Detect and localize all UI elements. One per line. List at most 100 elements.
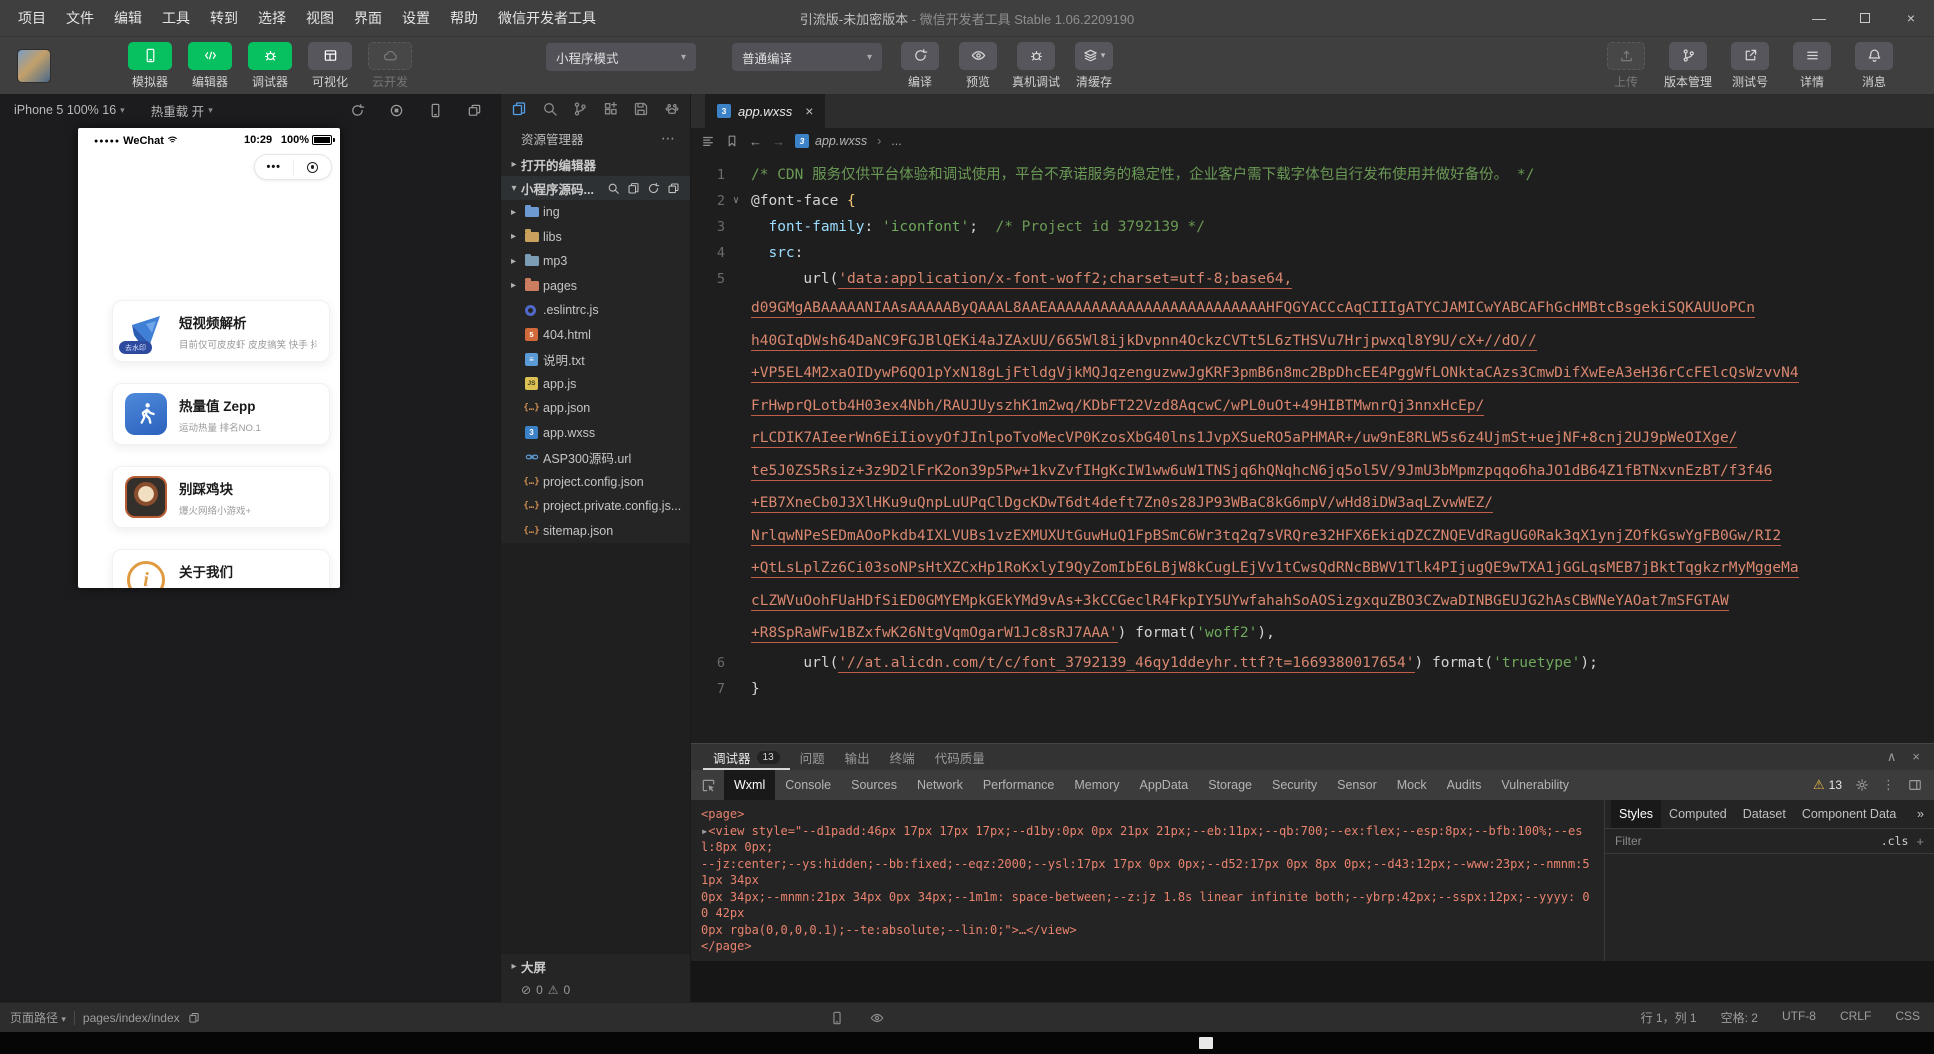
debugger-tab-输出[interactable]: 输出 bbox=[835, 744, 880, 770]
more-tabs-icon[interactable]: » bbox=[1917, 807, 1934, 821]
avatar[interactable] bbox=[18, 49, 50, 82]
devtools-tab-Mock[interactable]: Mock bbox=[1387, 770, 1437, 800]
tree-item-mp3[interactable]: ▸ mp3 bbox=[501, 249, 690, 274]
toolbar-button-消息[interactable]: 消息 bbox=[1850, 41, 1898, 90]
devtools-tab-Security[interactable]: Security bbox=[1262, 770, 1327, 800]
devtools-tab-Wxml[interactable]: Wxml bbox=[724, 770, 776, 800]
card-别踩鸡块[interactable]: 别踩鸡块 爆火网络小游戏+ bbox=[112, 466, 330, 528]
rotate-icon[interactable] bbox=[350, 103, 365, 118]
tree-item-libs[interactable]: ▸ libs bbox=[501, 225, 690, 250]
refresh-icon[interactable] bbox=[647, 182, 660, 195]
maximize-button[interactable] bbox=[1842, 0, 1888, 36]
devtools-tab-Console[interactable]: Console bbox=[775, 770, 841, 800]
card-短视频解析[interactable]: 去水印 短视频解析目前仅可皮皮虾 皮皮搞笑 快手 抖音 最右 bbox=[112, 300, 330, 362]
encoding-setting[interactable]: UTF-8 bbox=[1782, 1009, 1816, 1026]
styles-tab-Component Data[interactable]: Component Data bbox=[1794, 800, 1905, 828]
search-icon[interactable] bbox=[542, 101, 558, 117]
tree-item-project.config.json[interactable]: {…} project.config.json bbox=[501, 470, 690, 495]
add-rule-icon[interactable]: + bbox=[1916, 834, 1924, 849]
close-tab-icon[interactable]: × bbox=[805, 103, 813, 119]
panel-layout-icon[interactable] bbox=[1908, 778, 1922, 792]
mode-button-调试器[interactable]: 调试器 bbox=[246, 41, 294, 90]
tree-item-.eslintrc.js[interactable]: .eslintrc.js bbox=[501, 298, 690, 323]
tree-item-404.html[interactable]: 5 404.html bbox=[501, 323, 690, 348]
close-panel-icon[interactable]: × bbox=[1912, 749, 1920, 765]
warning-counter[interactable]: ⚠ 13 bbox=[1813, 777, 1842, 793]
compile-mode-select[interactable]: 小程序模式 ▾ bbox=[546, 43, 696, 71]
action-button-清缓存[interactable]: ▾ 清缓存 bbox=[1070, 41, 1118, 90]
wxml-node[interactable]: </page> bbox=[701, 938, 1594, 955]
menu-item-编辑[interactable]: 编辑 bbox=[104, 0, 152, 36]
devtools-tab-Network[interactable]: Network bbox=[907, 770, 973, 800]
mode-button-云开发[interactable]: 云开发 bbox=[366, 41, 414, 90]
eye-icon[interactable] bbox=[870, 1011, 884, 1025]
card-关于我们[interactable]: i 关于我们不会使用 或有问题可点我获取帮助 bbox=[112, 549, 330, 588]
compile-condition-select[interactable]: 普通编译 ▾ bbox=[732, 43, 882, 71]
mode-button-模拟器[interactable]: 模拟器 bbox=[126, 41, 174, 90]
tree-item-ASP300源码.url[interactable]: ASP300源码.url bbox=[501, 445, 690, 470]
tree-item-sitemap.json[interactable]: {…} sitemap.json bbox=[501, 519, 690, 544]
styles-tab-Dataset[interactable]: Dataset bbox=[1735, 800, 1794, 828]
menu-item-文件[interactable]: 文件 bbox=[56, 0, 104, 36]
taskbar-item[interactable] bbox=[1199, 1037, 1213, 1049]
tree-item-app.js[interactable]: JS app.js bbox=[501, 372, 690, 397]
section-source[interactable]: ▾ 小程序源码... bbox=[501, 176, 690, 200]
menu-item-工具[interactable]: 工具 bbox=[152, 0, 200, 36]
styles-tab-Styles[interactable]: Styles bbox=[1611, 800, 1662, 828]
language-mode[interactable]: CSS bbox=[1895, 1009, 1920, 1026]
detach-window-icon[interactable] bbox=[467, 103, 482, 118]
action-button-预览[interactable]: 预览 bbox=[954, 41, 1002, 90]
section-bigscreen[interactable]: ▸ 大屏 bbox=[501, 954, 690, 978]
styles-tab-Computed[interactable]: Computed bbox=[1661, 800, 1735, 828]
device-select[interactable]: iPhone 5 100% 16 ▾ bbox=[14, 103, 125, 117]
outline-icon[interactable] bbox=[701, 134, 715, 148]
wxml-node[interactable]: <page> bbox=[701, 806, 1594, 823]
tree-item-ing[interactable]: ▸ ing bbox=[501, 200, 690, 225]
menu-item-帮助[interactable]: 帮助 bbox=[440, 0, 488, 36]
close-button[interactable]: × bbox=[1888, 0, 1934, 36]
minimize-button[interactable]: — bbox=[1796, 0, 1842, 36]
hot-reload-select[interactable]: 热重载 开 ▾ bbox=[151, 101, 213, 120]
forward-icon[interactable]: → bbox=[772, 134, 785, 149]
tree-item-app.wxss[interactable]: 3 app.wxss bbox=[501, 421, 690, 446]
paw-icon[interactable] bbox=[664, 101, 680, 117]
tree-item-pages[interactable]: ▸ pages bbox=[501, 274, 690, 299]
back-icon[interactable]: ← bbox=[749, 134, 762, 149]
wxml-node[interactable]: --jz:center;--ys:hidden;--bb:fixed;--eqz… bbox=[701, 856, 1594, 889]
more-actions-icon[interactable]: ⋯ bbox=[661, 130, 676, 147]
devtools-tab-Sources[interactable]: Sources bbox=[841, 770, 907, 800]
record-icon[interactable] bbox=[389, 103, 404, 118]
inspect-element-icon[interactable] bbox=[701, 778, 716, 793]
kebab-menu-icon[interactable]: ⋮ bbox=[1882, 777, 1895, 793]
section-open-editors[interactable]: ▸ 打开的编辑器 bbox=[501, 152, 690, 176]
action-button-真机调试[interactable]: 真机调试 bbox=[1012, 41, 1060, 90]
more-menu-button[interactable]: ••• bbox=[255, 161, 293, 173]
wxml-node[interactable]: 0px rgba(0,0,0,0.1);--te:absolute;--lin:… bbox=[701, 922, 1594, 939]
debugger-tab-调试器[interactable]: 调试器 13 bbox=[703, 744, 790, 770]
eol-setting[interactable]: CRLF bbox=[1840, 1009, 1871, 1026]
menu-item-项目[interactable]: 项目 bbox=[8, 0, 56, 36]
devtools-tab-Sensor[interactable]: Sensor bbox=[1327, 770, 1387, 800]
breadcrumb-more[interactable]: ... bbox=[891, 134, 901, 148]
problems-summary[interactable]: ⊘ 0 ⚠ 0 bbox=[501, 978, 690, 1002]
devtools-tab-Audits[interactable]: Audits bbox=[1437, 770, 1492, 800]
devtools-tab-Vulnerability[interactable]: Vulnerability bbox=[1491, 770, 1579, 800]
debugger-tab-终端[interactable]: 终端 bbox=[880, 744, 925, 770]
source-control-icon[interactable] bbox=[572, 101, 588, 117]
gear-icon[interactable] bbox=[1855, 778, 1869, 792]
menu-item-微信开发者工具[interactable]: 微信开发者工具 bbox=[488, 0, 606, 36]
screencast-icon[interactable] bbox=[830, 1011, 844, 1025]
toolbar-button-版本管理[interactable]: 版本管理 bbox=[1664, 41, 1712, 90]
extensions-icon[interactable] bbox=[603, 101, 619, 117]
debugger-tab-代码质量[interactable]: 代码质量 bbox=[925, 744, 995, 770]
new-file-icon[interactable] bbox=[607, 182, 620, 195]
action-button-编译[interactable]: 编译 bbox=[896, 41, 944, 90]
copy-icon[interactable] bbox=[188, 1012, 200, 1024]
menu-item-转到[interactable]: 转到 bbox=[200, 0, 248, 36]
exit-button[interactable] bbox=[294, 161, 332, 173]
devtools-tab-Performance[interactable]: Performance bbox=[973, 770, 1065, 800]
page-path-select[interactable]: 页面路径 ▾ bbox=[10, 1009, 66, 1026]
menu-item-界面[interactable]: 界面 bbox=[344, 0, 392, 36]
cls-toggle[interactable]: .cls bbox=[1881, 834, 1909, 848]
devtools-tab-AppData[interactable]: AppData bbox=[1130, 770, 1199, 800]
